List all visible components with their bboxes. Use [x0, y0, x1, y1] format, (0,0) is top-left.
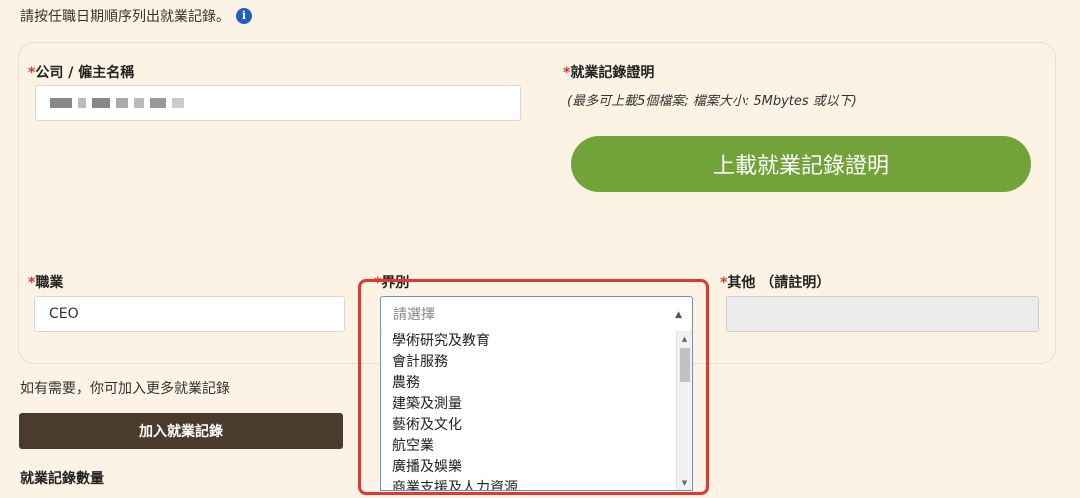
- sector-dropdown-list[interactable]: 學術研究及教育 會計服務 農務 建築及測量 藝術及文化 航空業 廣播及娛樂 商業…: [380, 331, 693, 491]
- scroll-down-icon[interactable]: ▼: [677, 479, 692, 487]
- caret-up-icon: ▲: [675, 310, 682, 320]
- proof-label: *就業記錄證明: [563, 62, 654, 82]
- sector-option[interactable]: 農務: [392, 373, 692, 394]
- upload-note: (最多可上載5個檔案; 檔案大小: 5Mbytes 或以下): [567, 94, 857, 109]
- record-count-label: 就業記錄數量: [20, 471, 104, 487]
- sector-option[interactable]: 航空業: [392, 436, 692, 457]
- sector-option[interactable]: 會計服務: [392, 352, 692, 373]
- sector-option[interactable]: 學術研究及教育: [392, 331, 692, 352]
- occupation-input[interactable]: CEO: [34, 296, 345, 332]
- scroll-up-icon[interactable]: ▲: [677, 335, 692, 343]
- sector-option[interactable]: 商業支援及人力資源: [392, 478, 692, 490]
- sector-option[interactable]: 藝術及文化: [392, 415, 692, 436]
- company-label-text: 公司 / 僱主名稱: [35, 65, 135, 81]
- sector-label: *界別: [374, 272, 409, 292]
- occupation-value: CEO: [49, 306, 79, 322]
- redacted-company-name: [50, 98, 184, 108]
- company-label: *公司 / 僱主名稱: [28, 62, 134, 82]
- upload-proof-button[interactable]: 上載就業記錄證明: [571, 136, 1031, 192]
- scrollbar-thumb[interactable]: [680, 348, 690, 382]
- sector-select[interactable]: 請選擇 ▲: [380, 296, 693, 332]
- add-record-button[interactable]: 加入就業記錄: [19, 413, 343, 449]
- dropdown-scrollbar[interactable]: ▲ ▼: [676, 331, 692, 490]
- other-label-text: 其他 （請註明）: [727, 275, 831, 291]
- sector-placeholder: 請選擇: [393, 307, 435, 323]
- company-name-input[interactable]: [35, 85, 521, 121]
- instruction-text: 請按任職日期順序列出就業記錄。 i: [20, 6, 252, 26]
- other-specify-input[interactable]: [726, 296, 1039, 332]
- info-icon[interactable]: i: [236, 8, 252, 24]
- occupation-label: *職業: [28, 272, 63, 292]
- instruction-label: 請按任職日期順序列出就業記錄。: [20, 9, 230, 25]
- occupation-label-text: 職業: [35, 275, 64, 291]
- other-label: *其他 （請註明）: [720, 272, 830, 292]
- sector-option[interactable]: 建築及測量: [392, 394, 692, 415]
- sector-option[interactable]: 廣播及娛樂: [392, 457, 692, 478]
- more-records-text: 如有需要，你可加入更多就業記錄: [20, 381, 230, 397]
- sector-label-text: 界別: [381, 275, 410, 291]
- proof-label-text: 就業記錄證明: [570, 65, 655, 81]
